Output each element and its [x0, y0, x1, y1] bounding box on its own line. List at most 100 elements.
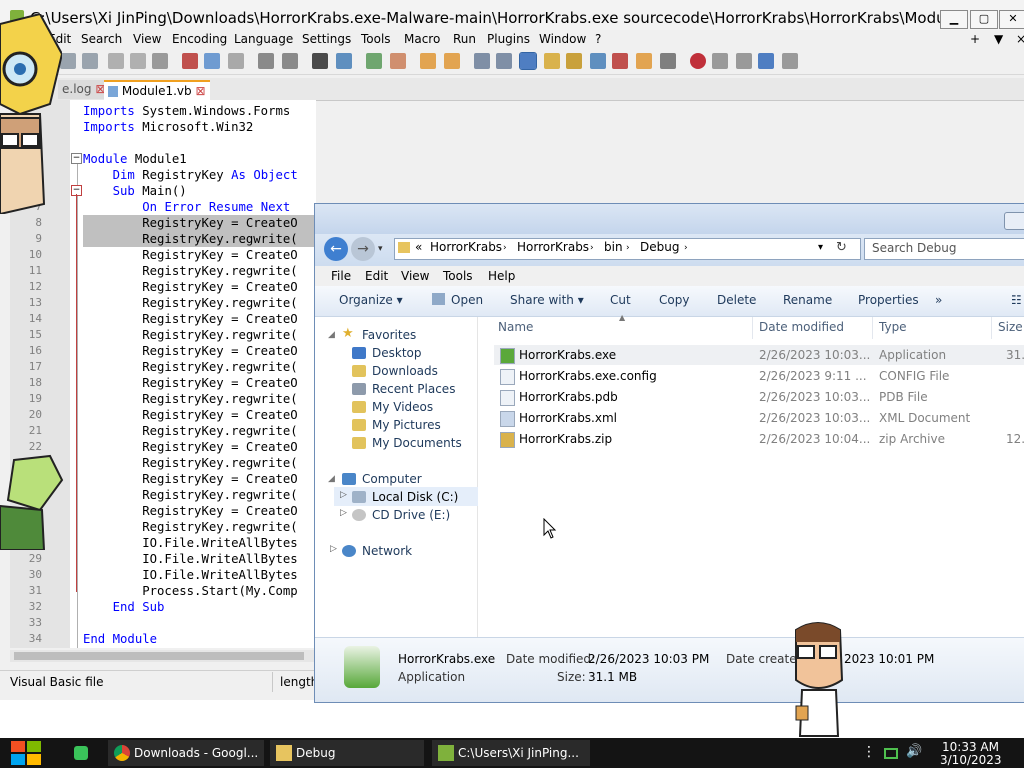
code-line[interactable]: RegistryKey.regwrite( [83, 487, 297, 503]
maximize-button[interactable]: ▢ [970, 10, 998, 29]
cut-icon[interactable] [182, 53, 198, 69]
column-size[interactable]: Size [998, 320, 1023, 334]
nav-computer[interactable]: Computer [362, 472, 422, 486]
run-macro-multiple-icon[interactable] [758, 53, 774, 69]
address-dropdown-icon[interactable]: ▾ [818, 242, 823, 253]
breadcrumb-bin[interactable]: bin [604, 240, 623, 254]
menu-help[interactable]: Help [488, 269, 515, 283]
fold-toggle-module[interactable]: − [71, 153, 82, 164]
code-line[interactable]: RegistryKey = CreateO [83, 215, 316, 231]
breadcrumb-horrorkrabs-2[interactable]: HorrorKrabs [517, 240, 589, 254]
doc-map-icon[interactable] [566, 53, 582, 69]
monitoring-icon[interactable] [660, 53, 676, 69]
rename-button[interactable]: Rename [783, 293, 832, 307]
open-button[interactable]: Open [451, 293, 483, 307]
minimize-button[interactable]: ▁ [940, 10, 968, 29]
record-macro-icon[interactable] [690, 53, 706, 69]
close-icon[interactable]: ⊠ [195, 84, 205, 98]
find-icon[interactable] [312, 53, 328, 69]
indent-guide-icon[interactable] [519, 52, 537, 70]
breadcrumb-overflow[interactable]: « [415, 240, 422, 254]
zoom-in-icon[interactable] [366, 53, 382, 69]
code-line[interactable]: RegistryKey.regwrite( [83, 327, 297, 343]
clock-time[interactable]: 10:33 AM [942, 740, 999, 754]
taskbar-debug-explorer[interactable]: Debug [270, 740, 424, 766]
chevron-right-icon[interactable]: › [684, 243, 688, 253]
code-line[interactable]: IO.File.WriteAllBytes [83, 567, 297, 583]
nav-favorites[interactable]: Favorites [362, 328, 416, 342]
expand-network-icon[interactable]: ▷ [330, 544, 337, 554]
code-line[interactable]: Imports System.Windows.Forms [83, 103, 290, 119]
organize-button[interactable]: Organize ▾ [339, 293, 403, 307]
column-divider[interactable] [752, 317, 753, 339]
nav-network[interactable]: Network [362, 544, 412, 558]
undo-icon[interactable] [258, 53, 274, 69]
copy-icon[interactable] [204, 53, 220, 69]
code-line[interactable]: RegistryKey = CreateO [83, 375, 297, 391]
column-divider[interactable] [872, 317, 873, 339]
menu-edit[interactable]: Edit [365, 269, 388, 283]
windows-start-icon[interactable] [10, 740, 42, 766]
volume-icon[interactable]: 🔊 [906, 744, 922, 759]
code-line[interactable]: RegistryKey.regwrite( [83, 423, 297, 439]
function-list-icon[interactable] [612, 53, 628, 69]
refresh-icon[interactable]: ↻ [836, 240, 847, 255]
code-line[interactable]: RegistryKey = CreateO [83, 503, 297, 519]
breadcrumb-debug[interactable]: Debug [640, 240, 679, 254]
show-symbols-icon[interactable] [496, 53, 512, 69]
nav-recent-places[interactable]: Recent Places [372, 382, 455, 396]
taskbar-chrome[interactable]: Downloads - Googl... [108, 740, 264, 766]
menu-settings[interactable]: Settings [302, 32, 351, 46]
code-line[interactable]: RegistryKey.regwrite( [83, 295, 297, 311]
code-line[interactable]: RegistryKey.regwrite( [83, 391, 297, 407]
copy-button[interactable]: Copy [659, 293, 689, 307]
redo-icon[interactable] [282, 53, 298, 69]
code-line[interactable]: Sub Main() [83, 183, 187, 199]
menu-view[interactable]: View [133, 32, 161, 46]
chevron-right-icon[interactable]: › [626, 243, 630, 253]
menu-search[interactable]: Search [81, 32, 122, 46]
code-line[interactable]: RegistryKey.regwrite( [83, 455, 297, 471]
column-divider[interactable] [991, 317, 992, 339]
code-line[interactable]: RegistryKey = CreateO [83, 311, 297, 327]
sync-vertical-icon[interactable] [420, 53, 436, 69]
menu-encoding[interactable]: Encoding [172, 32, 227, 46]
menu-plugins[interactable]: Plugins [487, 32, 530, 46]
new-tab-icon[interactable]: + [970, 32, 980, 46]
sync-horizontal-icon[interactable] [444, 53, 460, 69]
code-line[interactable]: RegistryKey.regwrite( [83, 519, 297, 535]
expand-computer-icon[interactable]: ◢ [328, 474, 335, 484]
clock-date[interactable]: 3/10/2023 [940, 753, 1002, 767]
scrollbar-thumb[interactable] [14, 652, 304, 660]
expand-cd-drive-icon[interactable]: ▷ [340, 508, 347, 518]
play-macro-icon[interactable] [736, 53, 752, 69]
stop-macro-icon[interactable] [712, 53, 728, 69]
code-line[interactable]: RegistryKey = CreateO [83, 343, 297, 359]
menu-window[interactable]: Window [539, 32, 586, 46]
save-icon[interactable] [60, 53, 76, 69]
code-line[interactable]: Dim RegistryKey As Object [83, 167, 298, 183]
close-tab-icon[interactable]: × [1016, 32, 1024, 46]
code-line[interactable]: RegistryKey = CreateO [83, 279, 297, 295]
save-all-icon[interactable] [82, 53, 98, 69]
menu-language[interactable]: Language [234, 32, 293, 46]
nav-my-documents[interactable]: My Documents [372, 436, 462, 450]
close-button[interactable]: ✕ [999, 10, 1024, 29]
view-options-icon[interactable]: ☷ [1011, 293, 1022, 307]
explorer-minimize-button[interactable] [1004, 212, 1024, 230]
explorer-title-bar[interactable] [315, 204, 1024, 234]
taskbar-notepadpp[interactable]: C:\Users\Xi JinPing... [432, 740, 590, 766]
code-line[interactable]: On Error Resume Next [83, 199, 290, 215]
code-line[interactable]: RegistryKey = CreateO [83, 439, 297, 455]
delete-button[interactable]: Delete [717, 293, 756, 307]
overflow-icon[interactable]: ⋮ [862, 744, 876, 760]
code-line[interactable]: RegistryKey.regwrite( [83, 359, 297, 375]
nav-cd-drive[interactable]: CD Drive (E:) [372, 508, 450, 522]
folder-workspace-icon[interactable] [636, 53, 652, 69]
expand-local-disk-icon[interactable]: ▷ [340, 490, 347, 500]
properties-button[interactable]: Properties [858, 293, 919, 307]
code-line[interactable]: Module Module1 [83, 151, 187, 167]
close-all-icon[interactable] [130, 53, 146, 69]
code-line[interactable]: Imports Microsoft.Win32 [83, 119, 253, 135]
column-name[interactable]: Name [498, 320, 533, 334]
